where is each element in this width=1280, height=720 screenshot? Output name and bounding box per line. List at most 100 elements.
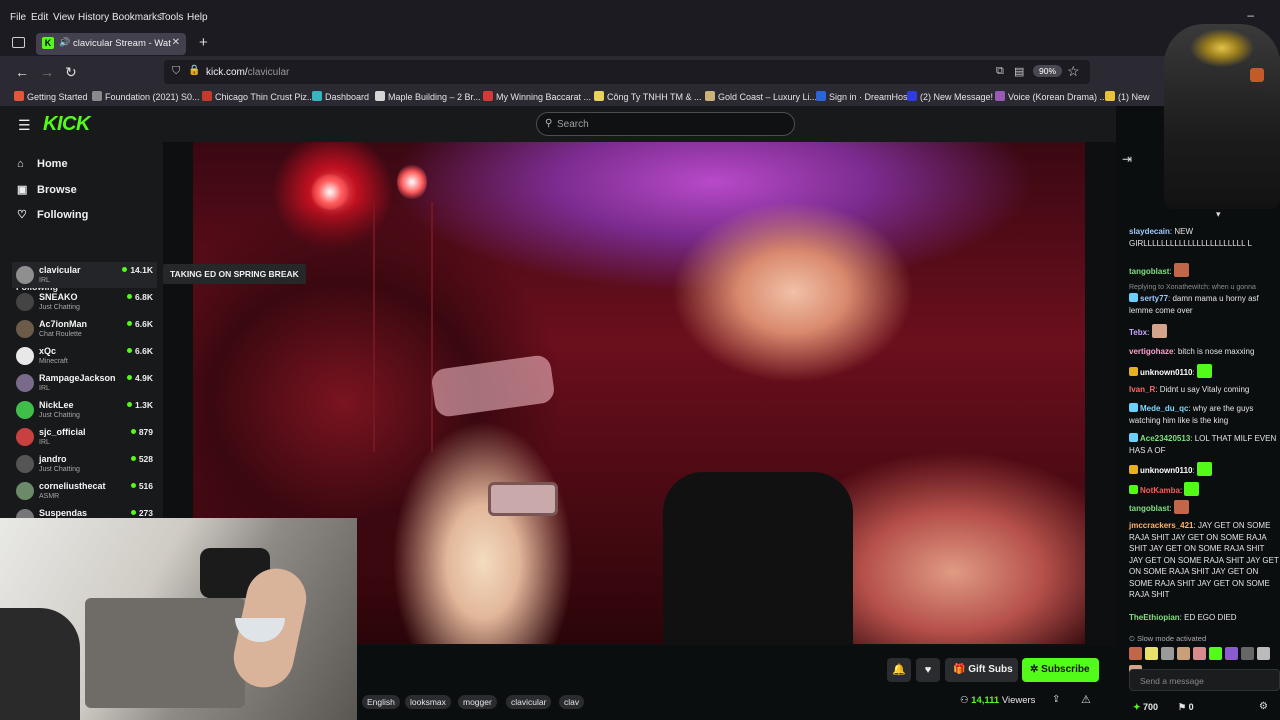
speaker-icon[interactable]: 🔊	[59, 37, 70, 48]
emote-icon[interactable]	[1161, 647, 1174, 660]
bookmark-item[interactable]: Foundation (2021) S0...	[92, 91, 200, 102]
search-input[interactable]	[557, 117, 787, 131]
chat-username[interactable]: unknown0110	[1140, 368, 1192, 377]
bookmark-item[interactable]: Dashboard	[312, 91, 369, 102]
bookmark-star-icon[interactable]: ☆	[1067, 63, 1080, 80]
bookmark-item[interactable]: (1) New	[1105, 91, 1150, 102]
kick-logo[interactable]: KICK	[43, 113, 90, 136]
chat-message: Tebx:	[1129, 324, 1280, 339]
channel-points[interactable]: ✦ 700	[1133, 702, 1158, 713]
stream-tag[interactable]: mogger	[458, 695, 497, 709]
reader-view-icon[interactable]: ▤	[1014, 65, 1024, 78]
hamburger-menu-icon[interactable]: ☰	[18, 117, 31, 134]
emote-icon[interactable]	[1241, 647, 1254, 660]
channel-name: Suspendas	[39, 508, 88, 518]
followed-channel[interactable]: NickLee Just Chatting 1.3K	[12, 397, 157, 423]
bookmark-item[interactable]: My Winning Baccarat ...	[483, 91, 591, 102]
followed-channel[interactable]: RampageJackson IRL 4.9K	[12, 370, 157, 396]
chat-username[interactable]: NotKamba	[1140, 486, 1180, 495]
menu-edit[interactable]: Edit	[31, 12, 48, 23]
forward-button[interactable]: →	[40, 64, 54, 80]
followed-channel[interactable]: corneliusthecat ASMR 516	[12, 478, 157, 504]
url-bar[interactable]: ⛉ 🔒 kick.com/clavicular ⧉ ▤ 90% ☆	[164, 60, 1090, 84]
sidebar-item-following[interactable]: ♡ Following	[17, 208, 88, 221]
bookmark-item[interactable]: (2) New Message!	[907, 91, 993, 102]
zoom-level-badge[interactable]: 90%	[1033, 65, 1063, 77]
stage-light	[397, 164, 427, 200]
bookmark-favicon-icon	[312, 91, 322, 101]
menu-file[interactable]: File	[10, 12, 26, 23]
followed-channel[interactable]: sjc_official IRL 879	[12, 424, 157, 450]
emote-icon[interactable]	[1129, 647, 1142, 660]
chat-username[interactable]: TheEthiopian	[1129, 613, 1180, 622]
menu-history[interactable]: History	[78, 12, 109, 23]
chat-username[interactable]: vertigohaze	[1129, 347, 1173, 356]
chat-username[interactable]: serty77	[1140, 294, 1168, 303]
share-icon[interactable]: ⇪	[1052, 694, 1060, 705]
lock-icon[interactable]: 🔒	[188, 65, 200, 76]
chat-username[interactable]: tangoblast	[1129, 504, 1169, 513]
collapse-chat-icon[interactable]: ⇥	[1122, 152, 1132, 166]
emote-icon[interactable]	[1209, 647, 1222, 660]
subscribe-button[interactable]: ✲ Subscribe	[1022, 658, 1099, 682]
bookmark-item[interactable]: Sign in · DreamHost	[816, 91, 910, 102]
new-tab-button[interactable]: +	[199, 34, 208, 51]
tab-list-icon[interactable]	[12, 37, 25, 48]
bookmark-item[interactable]: Công Ty TNHH TM & ...	[594, 91, 702, 102]
chat-username[interactable]: Ace23420513	[1140, 434, 1190, 443]
gift-subs-button[interactable]: 🎁 Gift Subs	[945, 658, 1018, 682]
stream-tag[interactable]: clavicular	[506, 695, 552, 709]
bookmark-item[interactable]: Maple Building – 2 Br...	[375, 91, 481, 102]
bookmark-item[interactable]: Gold Coast – Luxury Li...	[705, 91, 817, 102]
followed-channel[interactable]: xQc Minecraft 6.6K	[12, 343, 157, 369]
chat-username[interactable]: jmccrackers_421	[1129, 521, 1194, 530]
shield-icon[interactable]: ⛉	[172, 65, 180, 78]
chat-message: Mede_du_qc: why are the guys watching hi…	[1129, 403, 1254, 425]
stream-tag[interactable]: clav	[559, 695, 585, 709]
chat-input-box[interactable]	[1129, 669, 1280, 691]
follow-heart-button[interactable]: ♥	[916, 658, 940, 682]
stream-tag[interactable]: looksmax	[405, 695, 451, 709]
chat-message-input[interactable]	[1140, 674, 1270, 687]
browser-tab[interactable]: K 🔊 clavicular Stream - Watch Li ✕	[36, 33, 186, 55]
chat-user-count[interactable]: ⚑ 0	[1178, 702, 1194, 713]
chat-username[interactable]: Ivan_R	[1129, 385, 1155, 394]
search-box[interactable]: ⚲	[536, 112, 795, 136]
chat-username[interactable]: slaydecain	[1129, 227, 1170, 236]
chat-username[interactable]: Tebx	[1129, 328, 1147, 337]
chat-username[interactable]: unknown0110	[1140, 466, 1192, 475]
chat-username[interactable]: tangoblast	[1129, 267, 1169, 276]
reload-button[interactable]: ↻	[65, 64, 77, 81]
menu-tools[interactable]: Tools	[160, 12, 183, 23]
close-tab-icon[interactable]: ✕	[172, 37, 180, 48]
stream-tag[interactable]: English	[362, 695, 400, 709]
followed-channel[interactable]: SNEAKO Just Chatting 6.8K	[12, 289, 157, 315]
menu-bookmarks[interactable]: Bookmarks	[112, 12, 162, 23]
emote-icon	[1173, 263, 1189, 277]
chat-settings-icon[interactable]: ⚙	[1259, 701, 1268, 712]
minimize-window-button[interactable]: –	[1247, 8, 1254, 22]
followed-channel[interactable]: jandro Just Chatting 528	[12, 451, 157, 477]
bookmark-item[interactable]: Chicago Thin Crust Piz...	[202, 91, 314, 102]
bookmark-item[interactable]: Getting Started	[14, 91, 88, 102]
emote-icon[interactable]	[1145, 647, 1158, 660]
chat-username[interactable]: Mede_du_qc	[1140, 404, 1188, 413]
emote-icon[interactable]	[1225, 647, 1238, 660]
pinned-message-chevron-icon[interactable]: ▾	[1216, 209, 1221, 220]
emote-icon[interactable]	[1257, 647, 1270, 660]
sidebar-item-home[interactable]: ⌂ Home	[17, 158, 68, 170]
followed-channel[interactable]: Ac7ionMan Chat Roulette 6.6K	[12, 316, 157, 342]
menu-view[interactable]: View	[53, 12, 75, 23]
bookmark-item[interactable]: Voice (Korean Drama) ...	[995, 91, 1107, 102]
picture-in-picture-icon[interactable]: ⧉	[996, 65, 1004, 78]
report-icon[interactable]: ⚠	[1081, 693, 1091, 706]
notification-bell-button[interactable]: 🔔	[887, 658, 911, 682]
emote-icon[interactable]	[1177, 647, 1190, 660]
followed-channel[interactable]: clavicular IRL 14.1K	[12, 262, 157, 288]
back-button[interactable]: ←	[15, 64, 29, 80]
url-text[interactable]: kick.com/clavicular	[206, 67, 289, 78]
star-icon: ✲	[1030, 664, 1042, 675]
menu-help[interactable]: Help	[187, 12, 208, 23]
emote-icon[interactable]	[1193, 647, 1206, 660]
sidebar-item-browse[interactable]: ▣ Browse	[17, 183, 77, 196]
